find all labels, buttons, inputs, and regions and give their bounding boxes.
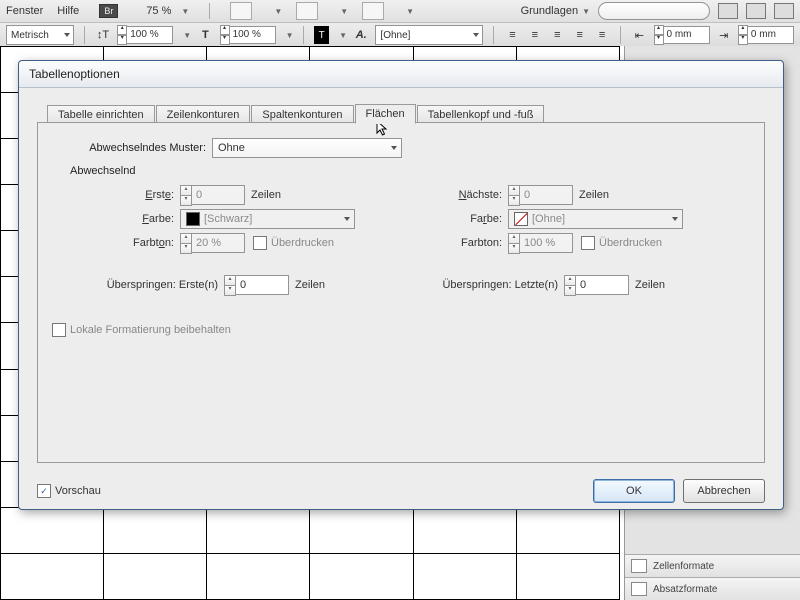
indent-right-icon[interactable]: ⇥ xyxy=(716,25,732,45)
right-overprint-label: Überdrucken xyxy=(599,237,662,249)
align-right-icon[interactable]: ≡ xyxy=(549,25,565,45)
next-rows-field[interactable]: ▴▾0 xyxy=(508,185,573,206)
skip-last-field[interactable]: ▴▾0 xyxy=(564,275,629,296)
char-style-dropdown[interactable]: [Ohne] xyxy=(375,25,483,45)
right-tint-field[interactable]: ▴▾100 % xyxy=(508,233,573,254)
right-indent-field[interactable]: ▴▾0 mm xyxy=(738,25,794,45)
close-button[interactable] xyxy=(774,3,794,19)
dialog-footer: ✓ Vorschau OK Abbrechen xyxy=(19,473,783,509)
panel-zellenformate[interactable]: Zellenformate xyxy=(625,554,800,577)
minimize-button[interactable] xyxy=(718,3,738,19)
keep-local-formatting-checkbox[interactable] xyxy=(52,323,66,337)
alternating-pattern-dropdown[interactable]: Ohne xyxy=(212,138,402,158)
alternating-pattern-label: Abwechselndes Muster: xyxy=(56,142,212,154)
skip-first-label: Überspringen: Erste(n) xyxy=(90,279,224,291)
units-dropdown[interactable]: Metrisch xyxy=(6,25,74,45)
text-orientation-icon[interactable]: ↕T xyxy=(95,25,111,45)
paragraph-styles-icon xyxy=(631,582,647,596)
cell-styles-icon xyxy=(631,559,647,573)
keep-local-formatting-label: Lokale Formatierung beibehalten xyxy=(70,324,231,336)
swatch-none-icon xyxy=(514,212,528,226)
fill-text-icon[interactable]: T xyxy=(314,26,329,44)
ok-button[interactable]: OK xyxy=(593,479,675,503)
left-indent-field[interactable]: ▴▾0 mm xyxy=(654,25,710,45)
horiz-scale-field[interactable]: ▴▾100 % xyxy=(117,25,173,45)
preview-label: Vorschau xyxy=(55,485,101,497)
table-options-dialog: Tabellenoptionen Tabelle einrichten Zeil… xyxy=(18,60,784,510)
justify-icon[interactable]: ≡ xyxy=(572,25,588,45)
swatch-black-icon xyxy=(186,212,200,226)
skip-first-unit: Zeilen xyxy=(295,279,325,291)
dialog-tabstrip: Tabelle einrichten Zeilenkonturen Spalte… xyxy=(47,101,765,123)
skip-first-field[interactable]: ▴▾0 xyxy=(224,275,289,296)
right-tint-label: Farbton: xyxy=(418,237,508,249)
text-scale-icon[interactable]: T xyxy=(197,25,213,45)
left-color-label: Farbe: xyxy=(90,213,180,225)
tab-flaechen[interactable]: Flächen xyxy=(355,104,416,124)
screen-mode-icon[interactable] xyxy=(296,2,318,20)
skip-last-unit: Zeilen xyxy=(635,279,665,291)
alternating-group-label: Abwechselnd xyxy=(70,165,746,177)
vert-scale-field[interactable]: ▴▾100 % xyxy=(220,25,276,45)
left-tint-field[interactable]: ▴▾20 % xyxy=(180,233,245,254)
align-center-icon[interactable]: ≡ xyxy=(527,25,543,45)
next-label: Nächste: xyxy=(418,189,508,201)
left-color-dropdown[interactable]: [Schwarz] xyxy=(180,209,355,229)
right-color-dropdown[interactable]: [Ohne] xyxy=(508,209,683,229)
menu-fenster[interactable]: Fenster xyxy=(6,5,43,17)
left-overprint-checkbox[interactable] xyxy=(253,236,267,250)
search-input[interactable] xyxy=(598,2,710,20)
first-rows-field[interactable]: ▴▾0 xyxy=(180,185,245,206)
skip-last-label: Überspringen: Letzte(n) xyxy=(418,279,564,291)
arrange-icon[interactable] xyxy=(362,2,384,20)
maximize-button[interactable] xyxy=(746,3,766,19)
menu-hilfe[interactable]: Hilfe xyxy=(57,5,79,17)
left-overprint-label: Überdrucken xyxy=(271,237,334,249)
control-bar: Metrisch ↕T ▴▾100 %▼ T ▴▾100 %▼ T▼ A. [O… xyxy=(0,23,800,48)
next-unit: Zeilen xyxy=(579,189,609,201)
right-color-label: Farbe: xyxy=(418,213,508,225)
panel-absatzformate[interactable]: Absatzformate xyxy=(625,577,800,600)
preview-checkbox[interactable]: ✓ xyxy=(37,484,51,498)
justify-all-icon[interactable]: ≡ xyxy=(594,25,610,45)
indent-left-icon[interactable]: ⇤ xyxy=(631,25,647,45)
dialog-title: Tabellenoptionen xyxy=(19,61,783,88)
tab-panel-flaechen: Abwechselndes Muster: Ohne Abwechselnd E… xyxy=(37,122,765,463)
view-options-icon[interactable] xyxy=(230,2,252,20)
bridge-badge[interactable]: Br xyxy=(99,4,118,18)
first-label: Erste: xyxy=(90,189,180,201)
char-style-a-icon[interactable]: A. xyxy=(353,25,369,45)
first-unit: Zeilen xyxy=(251,189,281,201)
workspace-switcher[interactable]: Grundlagen▼ xyxy=(521,5,590,17)
left-tint-label: Farbton: xyxy=(90,237,180,249)
cancel-button[interactable]: Abbrechen xyxy=(683,479,765,503)
zoom-level[interactable]: 75 %▼ xyxy=(146,5,189,17)
align-left-icon[interactable]: ≡ xyxy=(504,25,520,45)
menubar: Fenster Hilfe Br 75 %▼ ▼ ▼ ▼ Grundlagen▼ xyxy=(0,0,800,23)
right-overprint-checkbox[interactable] xyxy=(581,236,595,250)
